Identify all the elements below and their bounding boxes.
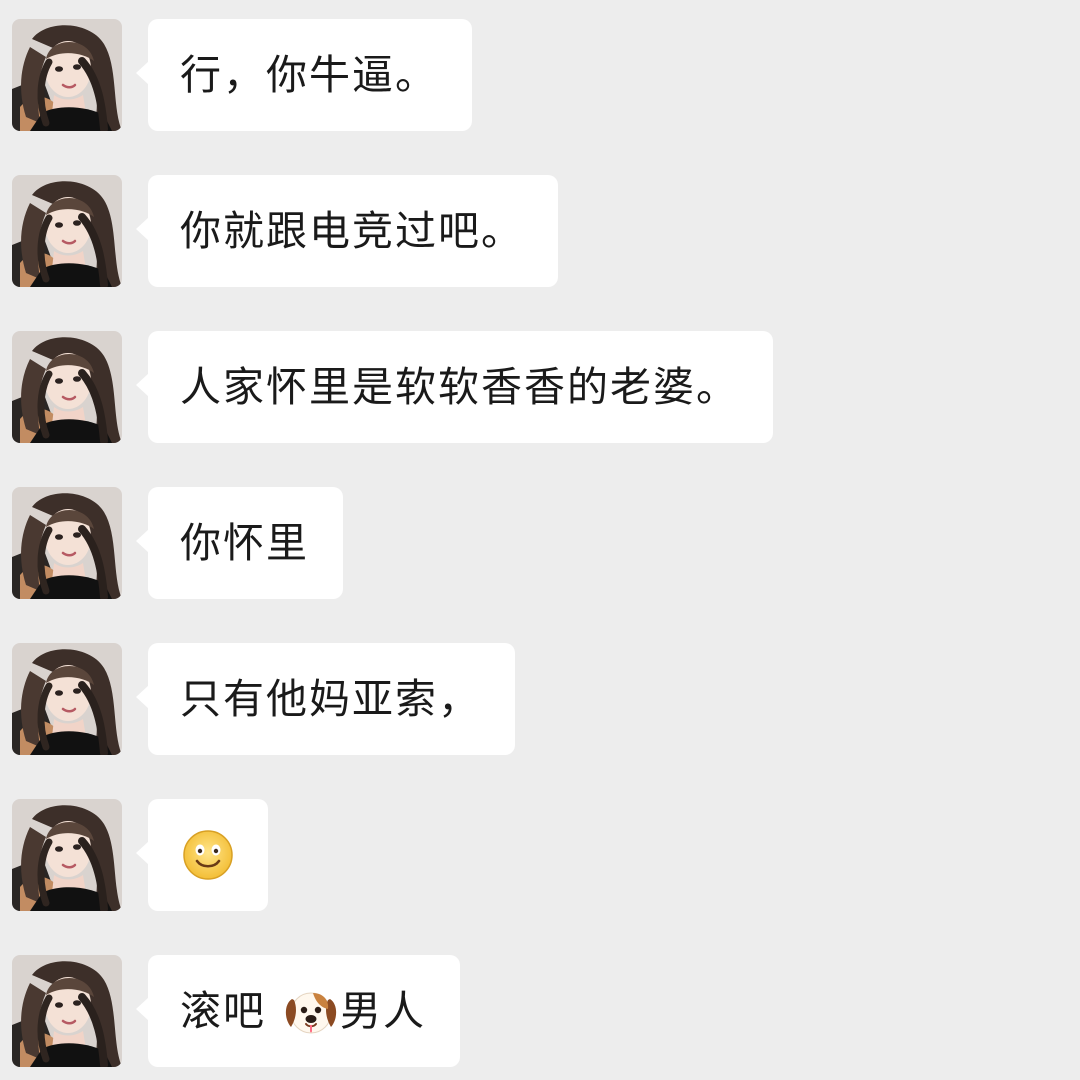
message-bubble[interactable]	[136, 799, 268, 911]
avatar[interactable]	[12, 955, 122, 1067]
message-bubble[interactable]: 你怀里	[136, 487, 343, 599]
avatar-image	[12, 487, 122, 599]
avatar[interactable]	[12, 799, 122, 911]
message-row: 行，你牛逼。	[0, 19, 1080, 131]
message-row: 滚吧 男人	[0, 955, 1080, 1067]
message-text: 你就跟电竞过吧。	[180, 206, 524, 255]
message-row	[0, 799, 1080, 911]
chat-thread: 行，你牛逼。 你就跟电竞过吧。 人家怀里是软软香香的老婆。 你怀里 只有他妈亚索	[0, 0, 1080, 1080]
message-bubble[interactable]: 只有他妈亚索，	[136, 643, 515, 755]
message-text: 人家怀里是软软香香的老婆。	[180, 362, 739, 411]
message-text: 行，你牛逼。	[180, 50, 438, 99]
avatar[interactable]	[12, 19, 122, 131]
message-bubble[interactable]: 你就跟电竞过吧。	[136, 175, 558, 287]
message-text: 只有他妈亚索，	[180, 674, 481, 723]
avatar[interactable]	[12, 643, 122, 755]
avatar-image	[12, 19, 122, 131]
avatar-image	[12, 331, 122, 443]
avatar[interactable]	[12, 487, 122, 599]
message-row: 你就跟电竞过吧。	[0, 175, 1080, 287]
message-content: 滚吧 男人	[180, 983, 426, 1039]
smile-emoji-icon	[183, 830, 233, 880]
avatar-image	[12, 799, 122, 911]
message-text: 你怀里	[180, 518, 309, 567]
avatar-image	[12, 955, 122, 1067]
avatar[interactable]	[12, 331, 122, 443]
message-bubble[interactable]: 人家怀里是软软香香的老婆。	[136, 331, 773, 443]
message-text: 滚吧	[180, 986, 266, 1035]
message-row: 人家怀里是软软香香的老婆。	[0, 331, 1080, 443]
message-text: 男人	[340, 986, 426, 1035]
avatar-image	[12, 643, 122, 755]
message-row: 你怀里	[0, 487, 1080, 599]
avatar-image	[12, 175, 122, 287]
message-bubble[interactable]: 行，你牛逼。	[136, 19, 472, 131]
message-bubble[interactable]: 滚吧 男人	[136, 955, 460, 1067]
avatar[interactable]	[12, 175, 122, 287]
dog-emoji-icon	[285, 992, 337, 1034]
message-row: 只有他妈亚索，	[0, 643, 1080, 755]
